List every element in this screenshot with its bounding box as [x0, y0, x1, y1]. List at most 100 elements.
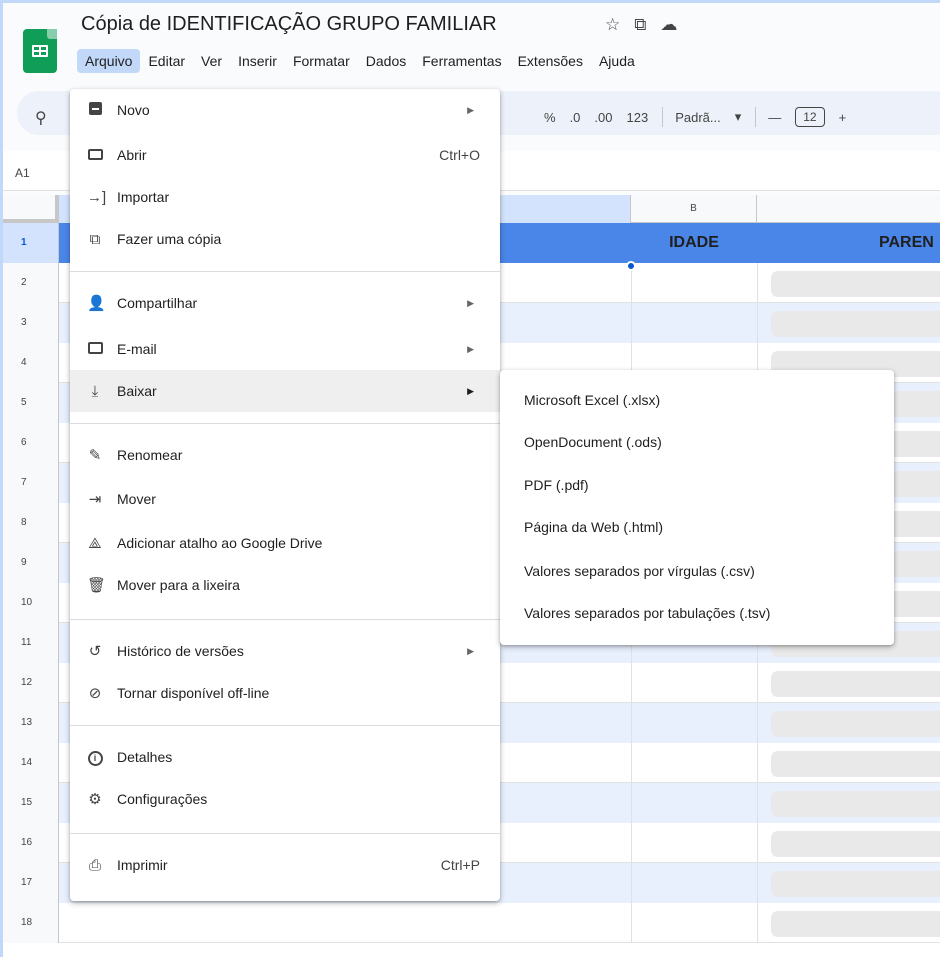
- document-title[interactable]: Cópia de IDENTIFICAÇÃO GRUPO FAMILIAR: [81, 13, 497, 36]
- font-size-input[interactable]: 12: [795, 107, 825, 127]
- menu-dados[interactable]: Dados: [358, 49, 414, 73]
- offline-icon: ⊘: [88, 685, 102, 702]
- dropdown-chip-cell[interactable]: [771, 911, 940, 937]
- dropdown-chip-cell[interactable]: [771, 271, 940, 297]
- number-format-button[interactable]: 123: [626, 110, 648, 125]
- row-number[interactable]: 11: [3, 623, 59, 663]
- menu-item-folder[interactable]: Abrir Ctrl+O: [70, 134, 500, 176]
- menu-item-label: Mover para a lixeira: [117, 577, 240, 593]
- column-separator: [631, 743, 632, 783]
- menu-divider: [70, 725, 500, 726]
- dropdown-chip-cell[interactable]: [771, 791, 940, 817]
- menu-item-download[interactable]: ⤓ Baixar ▶: [70, 370, 500, 412]
- row-number[interactable]: 2: [3, 263, 59, 303]
- selection-handle[interactable]: [626, 261, 636, 271]
- font-size-decrease-button[interactable]: —: [768, 110, 781, 125]
- menu-item-label: Adicionar atalho ao Google Drive: [117, 535, 323, 551]
- row-number[interactable]: 6: [3, 423, 59, 463]
- select-all-corner[interactable]: [3, 195, 59, 223]
- menu-item-import[interactable]: →] Importar: [70, 176, 500, 218]
- dropdown-chip-cell[interactable]: [771, 311, 940, 337]
- row-number[interactable]: 14: [3, 743, 59, 783]
- menu-item-history[interactable]: ↺ Histórico de versões ▶: [70, 630, 500, 672]
- menu-item-offline[interactable]: ⊘ Tornar disponível off-line: [70, 672, 500, 714]
- menu-item-copy[interactable]: ⧉ Fazer uma cópia: [70, 218, 500, 260]
- menu-item-trash[interactable]: 🗑 Mover para a lixeira: [70, 564, 500, 606]
- menu-item-share[interactable]: 👤 Compartilhar ▶: [70, 282, 500, 324]
- menu-item-shortcut: Ctrl+O: [439, 147, 480, 163]
- row-number[interactable]: 12: [3, 663, 59, 703]
- menu-item-move[interactable]: ⇥ Mover: [70, 478, 500, 520]
- download-option[interactable]: OpenDocument (.ods): [524, 434, 662, 450]
- menu-editar[interactable]: Editar: [140, 49, 193, 73]
- increase-decimal-button[interactable]: .00: [594, 110, 612, 125]
- menu-formatar[interactable]: Formatar: [285, 49, 358, 73]
- row-number[interactable]: 10: [3, 583, 59, 623]
- cloud-status-icon[interactable]: ☁: [660, 15, 677, 35]
- dropdown-chip-cell[interactable]: [771, 671, 940, 697]
- new-sheet-icon: [87, 101, 103, 119]
- submenu-arrow-icon: ▶: [467, 343, 474, 354]
- row-number[interactable]: 3: [3, 303, 59, 343]
- row-number[interactable]: 5: [3, 383, 59, 423]
- menu-inserir[interactable]: Inserir: [230, 49, 285, 73]
- dropdown-chip-cell[interactable]: [771, 711, 940, 737]
- row-number[interactable]: 7: [3, 463, 59, 503]
- row-number[interactable]: 16: [3, 823, 59, 863]
- menu-ajuda[interactable]: Ajuda: [591, 49, 643, 73]
- sheets-logo-icon[interactable]: [23, 29, 57, 73]
- row-number[interactable]: 15: [3, 783, 59, 823]
- dropdown-chip-cell[interactable]: [771, 831, 940, 857]
- menu-item-label: Renomear: [117, 447, 183, 463]
- dropdown-chip-cell[interactable]: [771, 871, 940, 897]
- menu-item-label: Imprimir: [117, 857, 168, 873]
- menu-item-settings[interactable]: ⚙ Configurações: [70, 778, 500, 820]
- header-cell-idade[interactable]: IDADE: [631, 223, 757, 263]
- row-number[interactable]: 9: [3, 543, 59, 583]
- menu-item-new-sheet[interactable]: Novo ▶: [70, 89, 500, 131]
- row-number[interactable]: 1: [3, 223, 59, 263]
- header-cell-parentesco[interactable]: PAREN: [879, 223, 934, 263]
- menu-bar: Arquivo Editar Ver Inserir Formatar Dado…: [77, 49, 643, 73]
- menu-item-print[interactable]: ⎙ Imprimir Ctrl+P: [70, 844, 500, 886]
- column-header-c[interactable]: [757, 195, 940, 223]
- menu-divider: [70, 619, 500, 620]
- column-header-b[interactable]: B: [631, 195, 757, 223]
- name-box[interactable]: A1: [15, 166, 30, 180]
- column-separator: [757, 903, 758, 943]
- row-number[interactable]: 8: [3, 503, 59, 543]
- table-row: 18: [3, 903, 940, 943]
- menu-ver[interactable]: Ver: [193, 49, 230, 73]
- dropdown-chip-cell[interactable]: [771, 751, 940, 777]
- download-option[interactable]: Valores separados por tabulações (.tsv): [524, 605, 770, 621]
- menu-arquivo[interactable]: Arquivo: [77, 49, 141, 73]
- decrease-decimal-button[interactable]: .0: [570, 110, 581, 125]
- settings-icon: ⚙: [88, 791, 102, 808]
- menu-ferramentas[interactable]: Ferramentas: [414, 49, 509, 73]
- spreadsheet-app: Cópia de IDENTIFICAÇÃO GRUPO FAMILIAR ☆ …: [0, 0, 940, 957]
- move-folder-icon[interactable]: ⧉: [634, 15, 646, 35]
- menu-item-info[interactable]: i Detalhes: [70, 736, 500, 778]
- row-number[interactable]: 4: [3, 343, 59, 383]
- chevron-down-icon[interactable]: ▾: [735, 109, 742, 125]
- column-separator: [631, 823, 632, 863]
- download-option[interactable]: Microsoft Excel (.xlsx): [524, 392, 660, 408]
- row-number[interactable]: 17: [3, 863, 59, 903]
- menu-item-rename[interactable]: ✎ Renomear: [70, 434, 500, 476]
- search-menus-icon[interactable]: ⚲: [35, 108, 47, 128]
- menu-item-drive-shortcut[interactable]: ⟁ Adicionar atalho ao Google Drive: [70, 522, 500, 564]
- menu-divider: [70, 423, 500, 424]
- font-family-select[interactable]: Padrã...: [675, 110, 721, 125]
- download-option[interactable]: PDF (.pdf): [524, 477, 589, 493]
- font-size-increase-button[interactable]: +: [839, 110, 847, 125]
- row-number[interactable]: 13: [3, 703, 59, 743]
- menu-extensoes[interactable]: Extensões: [510, 49, 591, 73]
- star-icon[interactable]: ☆: [605, 15, 620, 35]
- download-option[interactable]: Página da Web (.html): [524, 519, 663, 535]
- menu-item-mail[interactable]: E-mail ▶: [70, 328, 500, 370]
- download-option[interactable]: Valores separados por vírgulas (.csv): [524, 563, 755, 579]
- row-number[interactable]: 18: [3, 903, 59, 943]
- format-percent-button[interactable]: %: [544, 110, 556, 125]
- toolbar-divider: [662, 107, 664, 127]
- column-separator: [757, 783, 758, 823]
